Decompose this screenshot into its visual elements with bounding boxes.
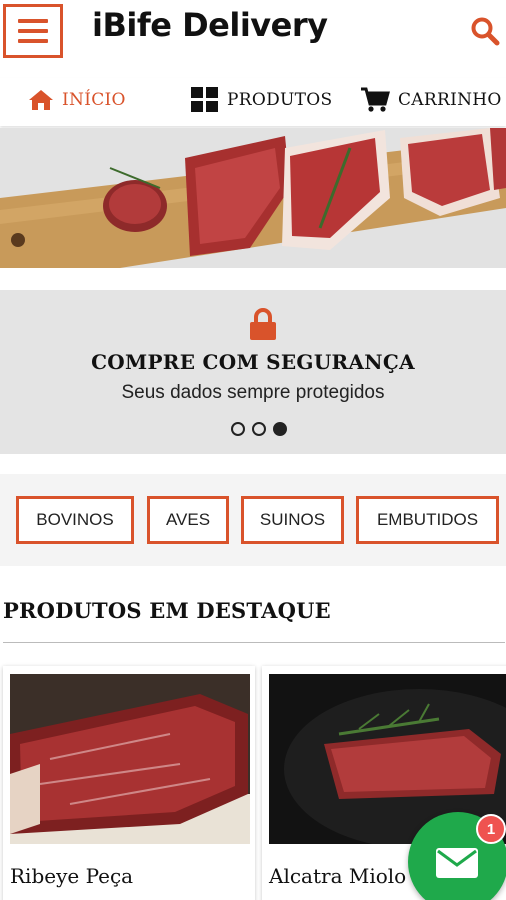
- home-icon: [29, 90, 53, 110]
- carousel-dot[interactable]: [231, 422, 245, 436]
- menu-icon-bar: [18, 19, 48, 23]
- nav-item-carrinho[interactable]: CARRINHO: [360, 84, 502, 116]
- product-name: Alcatra Miolo: [269, 864, 407, 888]
- carousel-dot-active[interactable]: [273, 422, 287, 436]
- menu-button[interactable]: [3, 4, 63, 58]
- search-icon[interactable]: [470, 16, 500, 46]
- featured-title: PRODUTOS EM DESTAQUE: [3, 598, 331, 623]
- menu-icon-bar: [18, 29, 48, 33]
- grid-icon: [191, 87, 218, 112]
- category-button-suinos[interactable]: SUINOS: [241, 496, 344, 544]
- hero-banner-image: [0, 128, 506, 268]
- lock-icon: [250, 308, 276, 340]
- category-bar: BOVINOS AVES SUINOS EMBUTIDOS: [0, 474, 506, 566]
- main-nav: INÍCIO PRODUTOS CARRINHO: [0, 78, 506, 126]
- carousel-dots: [231, 422, 287, 436]
- category-button-embutidos[interactable]: EMBUTIDOS: [356, 496, 499, 544]
- slide-subtitle: Seus dados sempre protegidos: [121, 382, 385, 403]
- category-button-bovinos[interactable]: BOVINOS: [16, 496, 134, 544]
- category-button-aves[interactable]: AVES: [147, 496, 229, 544]
- nav-label: INÍCIO: [62, 90, 126, 110]
- notification-badge: 1: [476, 814, 506, 844]
- nav-item-produtos[interactable]: PRODUTOS: [191, 84, 332, 116]
- product-name: Ribeye Peça: [10, 864, 134, 888]
- nav-label: PRODUTOS: [227, 90, 333, 110]
- cart-icon: [361, 87, 390, 112]
- product-card[interactable]: Ribeye Peça: [3, 666, 255, 900]
- slide-title: COMPRE COM SEGURANÇA: [91, 350, 415, 374]
- promo-slide: COMPRE COM SEGURANÇA Seus dados sempre p…: [0, 290, 506, 454]
- mail-icon: [436, 848, 478, 878]
- divider: [3, 642, 505, 643]
- carousel-dot[interactable]: [252, 422, 266, 436]
- menu-icon-bar: [18, 39, 48, 43]
- app-header: iBife Delivery: [0, 0, 506, 78]
- product-image: [10, 674, 250, 844]
- nav-item-inicio[interactable]: INÍCIO: [28, 84, 126, 116]
- app-title: iBife Delivery: [92, 6, 328, 44]
- nav-label: CARRINHO: [398, 90, 502, 110]
